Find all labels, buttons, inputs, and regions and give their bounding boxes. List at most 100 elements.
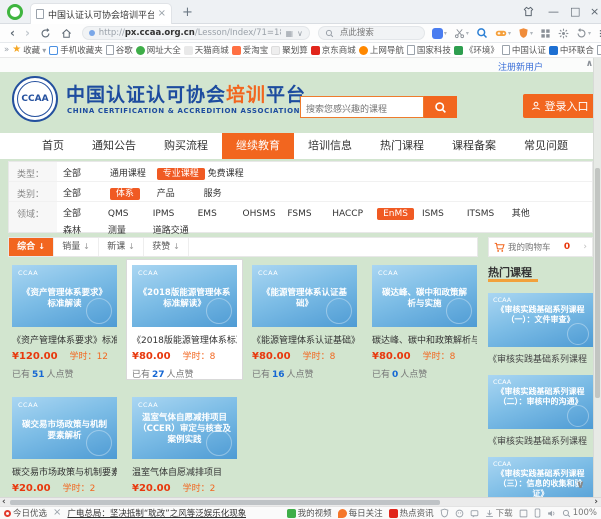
nav-course-filing[interactable]: 课程备案 [438,133,510,159]
course-card[interactable]: CCAA《资产管理体系要求》标准解读 《资产管理体系要求》标准 ¥120.00学… [12,265,117,380]
browser-search-box[interactable] [318,26,425,40]
home-button[interactable] [61,28,72,39]
nav-training-info[interactable]: 培训信息 [294,133,366,159]
hot-course-thumbnail[interactable]: CCAA 《审核实践基础系列课程（一）：文件审查》 [488,293,593,347]
browser-search-input[interactable] [338,27,418,39]
filter-option[interactable]: IPMS [153,209,175,219]
bookmark-share[interactable]: 【分享】 [597,44,601,56]
filter-option[interactable]: 全部 [63,169,81,179]
status-emoji-icon[interactable] [455,509,464,518]
filter-option[interactable]: ISMS [422,209,444,219]
bookmark-webnav[interactable]: 上网导航 [359,44,404,56]
course-card[interactable]: CCAA《能源管理体系认证基础》 《能源管理体系认证基础》 ¥80.00学时：8… [252,265,357,380]
bookmark-juhuasuan[interactable]: 聚划算 [271,44,308,56]
screenshot-scissors-icon[interactable]: ▾ [454,28,469,39]
cart-box[interactable]: 我的购物车 0 › [488,237,593,257]
site-info-icon[interactable] [89,30,95,36]
status-zoom[interactable]: 100% [562,508,597,518]
hot-course-thumbnail[interactable]: CCAA 《审核实践基础系列课程（二）：审核中的沟通》 [488,375,593,429]
course-card[interactable]: CCAA温室气体自愿减排项目（CCER）审定与核查及案例实践 温室气体自愿减排项… [132,397,237,497]
bookmark-cec[interactable]: 中环联合 [549,44,594,56]
status-window-icon[interactable] [519,509,528,518]
filter-option[interactable]: 其他 [512,209,530,219]
filter-option[interactable]: 通用课程 [110,169,146,179]
hot-news[interactable]: 热点资讯 [389,507,434,519]
addressbar-grid-icon[interactable]: ▦ [285,29,293,38]
filter-option[interactable]: 免费课程 [208,169,244,179]
filter-option[interactable]: FSMS [287,209,311,219]
filter-option[interactable]: QMS [108,209,129,219]
browser-tab[interactable]: 中国认证认可协会培训平台 × [30,3,172,24]
filter-option[interactable]: 测量 [108,226,126,236]
status-speaker-icon[interactable] [547,509,556,518]
filter-option-selected[interactable]: EnMS [377,208,414,220]
new-tab-button[interactable]: + [182,6,193,19]
bookmark-favorites[interactable]: ★收藏▾ [12,44,46,56]
news-close-icon[interactable]: × [53,508,61,518]
tab-close-icon[interactable]: × [158,9,166,19]
course-search-box[interactable] [300,96,424,118]
status-chat-icon[interactable] [470,509,479,518]
filter-option[interactable]: 服务 [204,189,222,199]
addressbar-dropdown-icon[interactable]: ∨ [297,29,303,38]
vertical-scrollbar[interactable] [593,58,601,497]
collapse-arrow-icon[interactable]: ∧ [586,59,593,69]
horizontal-scrollbar[interactable]: ‹ › [0,497,601,506]
register-link[interactable]: 注册新用户 [498,60,543,73]
nav-purchase-flow[interactable]: 购买流程 [150,133,222,159]
translate-icon[interactable]: ▾ [432,28,447,39]
nav-home[interactable]: 首页 [28,133,78,159]
horizontal-scrollbar-thumb[interactable] [10,500,440,505]
maximize-button[interactable]: □ [570,6,580,18]
apps-grid-icon[interactable] [540,28,551,39]
course-card[interactable]: CCAA碳达峰、碳中和政策解析与实施 碳达峰、碳中和政策解析与 ¥80.00学时… [372,265,477,380]
refresh-button[interactable] [40,28,51,39]
browser-logo-icon[interactable] [7,4,23,20]
sort-comprehensive[interactable]: 综合 ↓ [9,238,54,256]
filter-option[interactable]: 道路交通 [153,226,189,236]
undo-history-icon[interactable]: ▾ [576,28,591,39]
course-search-input[interactable] [301,100,423,120]
address-bar[interactable]: http://px.ccaa.org.cn/Lesson/Index/71=18… [82,26,310,40]
bookmark-sites[interactable]: 网址大全 [136,44,181,56]
filter-option[interactable]: ITSMS [467,209,494,219]
course-search-button[interactable] [424,96,457,118]
filter-option-selected[interactable]: 体系 [110,188,140,200]
today-picks[interactable]: 今日优选 [4,507,47,519]
nav-continuing-education[interactable]: 继续教育 [222,133,294,159]
news-ticker-link[interactable]: 广电总局：坚决抵制“耽改”之风等泛娱乐化现象 [67,507,246,519]
status-phone-icon[interactable] [534,508,541,518]
bookmarks-panel-icon[interactable]: » [4,45,9,55]
nav-faq[interactable]: 常见问题 [510,133,582,159]
filter-option-selected[interactable]: 专业课程 [157,168,205,180]
forward-button[interactable]: › [25,26,30,40]
bookmark-ccaa[interactable]: 中国认证 [502,44,546,56]
sort-sales[interactable]: 销量 ↓ [54,238,99,256]
sort-likes[interactable]: 获赞 ↓ [144,238,189,256]
skin-button-icon[interactable] [523,6,534,17]
filter-option[interactable]: EMS [198,209,217,219]
daily-follow[interactable]: 每日关注 [338,507,383,519]
bookmark-taobao[interactable]: 爱淘宝 [232,44,269,56]
scroll-down-chevron-icon[interactable]: ∨ [576,478,585,491]
sort-new[interactable]: 新课 ↓ [99,238,144,256]
themes-flower-icon[interactable] [558,28,569,39]
back-button[interactable]: ‹ [10,26,15,40]
filter-option[interactable]: 全部 [63,209,81,219]
security-shield-icon[interactable]: ▾ [518,27,533,39]
hot-course-caption[interactable]: 《审核实践基础系列课程 [488,434,593,447]
nav-notices[interactable]: 通知公告 [78,133,150,159]
filter-option[interactable]: HACCP [332,209,363,219]
bookmark-gov[interactable]: 国家科技 [407,44,451,56]
hot-course-caption[interactable]: 《审核实践基础系列课程 [488,352,593,365]
vertical-scrollbar-thumb[interactable] [595,168,600,398]
bookmark-tmall[interactable]: 天猫商城 [184,44,229,56]
filter-option[interactable]: OHSMS [243,209,276,219]
games-gamepad-icon[interactable]: ▾ [495,27,511,39]
filter-option[interactable]: 产品 [157,189,175,199]
status-shield-icon[interactable] [440,508,449,518]
bookmark-env[interactable]: 《环境》 [454,44,499,56]
filter-option[interactable]: 全部 [63,189,81,199]
minimize-button[interactable]: — [548,6,559,18]
close-button[interactable]: × [590,6,599,18]
